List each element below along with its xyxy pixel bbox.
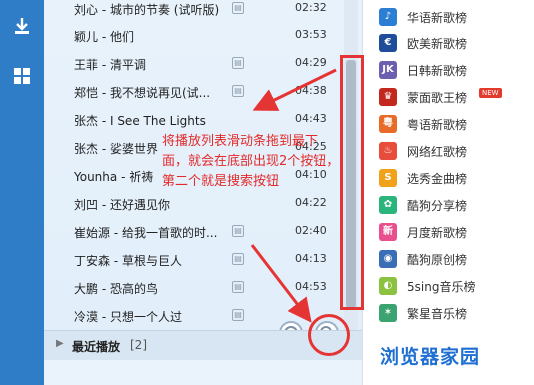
arrow-to-list xyxy=(252,68,337,111)
annotation-arrows xyxy=(250,68,337,323)
search-button-highlight xyxy=(308,314,350,356)
watermark: 浏览器家园 xyxy=(380,346,481,368)
arrow-to-search xyxy=(250,244,312,323)
scrollbar-highlight xyxy=(340,55,364,310)
annotation-text: 将播放列表滑动条拖到最下面，就会在底部出现2个按钮，第二个就是搜索按钮 xyxy=(162,134,340,189)
